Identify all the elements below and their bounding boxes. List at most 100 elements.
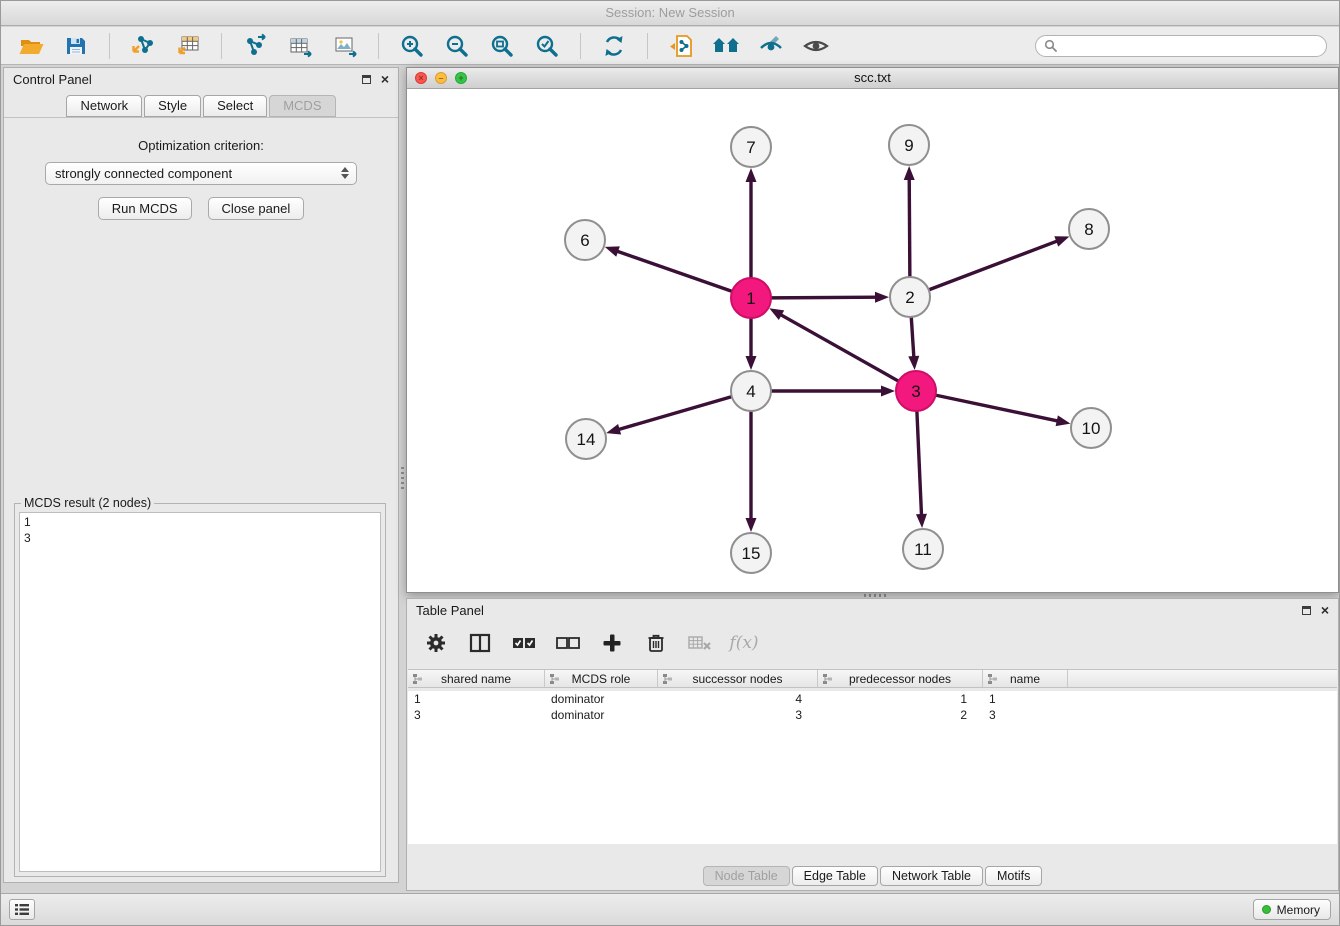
tab-network-table[interactable]: Network Table (880, 866, 983, 886)
run-mcds-button[interactable]: Run MCDS (98, 197, 192, 220)
search-box[interactable] (1035, 35, 1327, 57)
graph-edge-2-3[interactable] (911, 317, 914, 358)
delete-table-icon (687, 632, 713, 654)
graph-edge-2-9[interactable] (909, 178, 910, 277)
column-header-shared-name[interactable]: shared name (408, 670, 545, 687)
graph-edge-2-8[interactable] (929, 241, 1058, 290)
graph-edge-3-11[interactable] (917, 411, 922, 516)
zoom-fit-button[interactable] (484, 30, 520, 62)
home-pages-button[interactable] (708, 30, 744, 62)
minimize-window-button[interactable]: – (435, 72, 447, 84)
table-settings-button[interactable] (419, 627, 453, 659)
zoom-selected-button[interactable] (529, 30, 565, 62)
close-window-button[interactable]: × (415, 72, 427, 84)
result-value[interactable]: 3 (24, 530, 376, 546)
close-panel-icon[interactable]: × (381, 72, 389, 86)
search-input[interactable] (1062, 39, 1318, 53)
bird-eye-view-button[interactable] (798, 30, 834, 62)
criterion-select[interactable]: strongly connected component (45, 162, 357, 185)
graph-edge-3-1[interactable] (780, 314, 899, 381)
graph-node-9[interactable]: 9 (889, 125, 929, 165)
memory-button[interactable]: Memory (1253, 899, 1331, 920)
graph-node-10[interactable]: 10 (1071, 408, 1111, 448)
toolbar-separator (647, 33, 648, 59)
column-header-name[interactable]: name (983, 670, 1068, 687)
toggle-panel-button[interactable] (463, 627, 497, 659)
new-network-button[interactable] (237, 30, 273, 62)
save-session-button[interactable] (58, 30, 94, 62)
export-image-button[interactable] (327, 30, 363, 62)
network-window-titlebar[interactable]: × – + scc.txt (407, 68, 1338, 89)
table-cell[interactable]: 2 (818, 707, 983, 723)
table-cell[interactable]: 3 (983, 707, 1068, 723)
graphics-details-eye-icon (758, 33, 784, 59)
network-graph[interactable]: 7 9 6 8 1 2 4 3 14 10 15 11 (407, 89, 1338, 592)
table-cell[interactable]: 1 (408, 691, 545, 707)
zoom-window-button[interactable]: + (455, 72, 467, 84)
tab-network[interactable]: Network (66, 95, 142, 117)
zoom-out-button[interactable] (439, 30, 475, 62)
graph-edge-arrowhead (1056, 415, 1071, 426)
graph-node-3[interactable]: 3 (896, 371, 936, 411)
add-row-button[interactable] (595, 627, 629, 659)
table-cell[interactable]: 3 (408, 707, 545, 723)
graph-node-15[interactable]: 15 (731, 533, 771, 573)
tab-select[interactable]: Select (203, 95, 267, 117)
zoom-in-button[interactable] (394, 30, 430, 62)
result-value[interactable]: 1 (24, 514, 376, 530)
column-header-predecessor-nodes[interactable]: predecessor nodes (818, 670, 983, 687)
graph-edge-1-6[interactable] (616, 251, 732, 292)
graph-node-7[interactable]: 7 (731, 127, 771, 167)
delete-row-button[interactable] (639, 627, 673, 659)
window-titlebar[interactable]: Session: New Session (1, 1, 1339, 26)
tab-edge-table[interactable]: Edge Table (792, 866, 878, 886)
import-table-button[interactable] (170, 30, 206, 62)
table-cell[interactable]: 1 (983, 691, 1068, 707)
export-image-icon (332, 33, 358, 59)
graph-node-11[interactable]: 11 (903, 529, 943, 569)
open-session-button[interactable] (13, 30, 49, 62)
graph-edge-3-10[interactable] (936, 395, 1059, 421)
table-row[interactable]: 1dominator411 (408, 691, 1337, 707)
column-menu-icon[interactable] (822, 673, 833, 688)
select-all-button[interactable] (507, 627, 541, 659)
unselect-all-button[interactable] (551, 627, 585, 659)
table-cell[interactable]: dominator (545, 691, 658, 707)
tab-motifs[interactable]: Motifs (985, 866, 1042, 886)
column-header-successor-nodes[interactable]: successor nodes (658, 670, 818, 687)
tab-node-table[interactable]: Node Table (703, 866, 790, 886)
import-network-button[interactable] (125, 30, 161, 62)
float-panel-icon[interactable] (362, 75, 371, 84)
table-cell[interactable]: 4 (658, 691, 818, 707)
graph-edge-1-2[interactable] (771, 297, 877, 298)
graph-node-2[interactable]: 2 (890, 277, 930, 317)
new-table-button[interactable] (282, 30, 318, 62)
graph-node-14[interactable]: 14 (566, 419, 606, 459)
vertical-splitter[interactable] (399, 67, 406, 883)
float-panel-icon[interactable] (1302, 606, 1311, 615)
graph-node-8[interactable]: 8 (1069, 209, 1109, 249)
close-panel-button[interactable]: Close panel (208, 197, 305, 220)
mcds-result-list[interactable]: 13 (19, 512, 381, 872)
column-menu-icon[interactable] (662, 673, 673, 688)
show-panels-button[interactable] (9, 899, 35, 920)
graph-node-1[interactable]: 1 (731, 278, 771, 318)
graphics-details-button[interactable] (753, 30, 789, 62)
apply-layout-button[interactable] (596, 30, 632, 62)
close-panel-icon[interactable]: × (1321, 603, 1329, 617)
open-report-button[interactable] (663, 30, 699, 62)
tab-style[interactable]: Style (144, 95, 201, 117)
tab-mcds[interactable]: MCDS (269, 95, 335, 117)
column-header-MCDS-role[interactable]: MCDS role (545, 670, 658, 687)
column-menu-icon[interactable] (549, 673, 560, 688)
column-menu-icon[interactable] (412, 673, 423, 688)
table-cell[interactable]: 3 (658, 707, 818, 723)
node-table-body[interactable]: 1dominator4113dominator323 (408, 691, 1337, 844)
column-menu-icon[interactable] (987, 673, 998, 688)
graph-node-6[interactable]: 6 (565, 220, 605, 260)
graph-edge-4-14[interactable] (618, 397, 732, 430)
table-cell[interactable]: dominator (545, 707, 658, 723)
graph-node-4[interactable]: 4 (731, 371, 771, 411)
table-cell[interactable]: 1 (818, 691, 983, 707)
table-row[interactable]: 3dominator323 (408, 707, 1337, 723)
